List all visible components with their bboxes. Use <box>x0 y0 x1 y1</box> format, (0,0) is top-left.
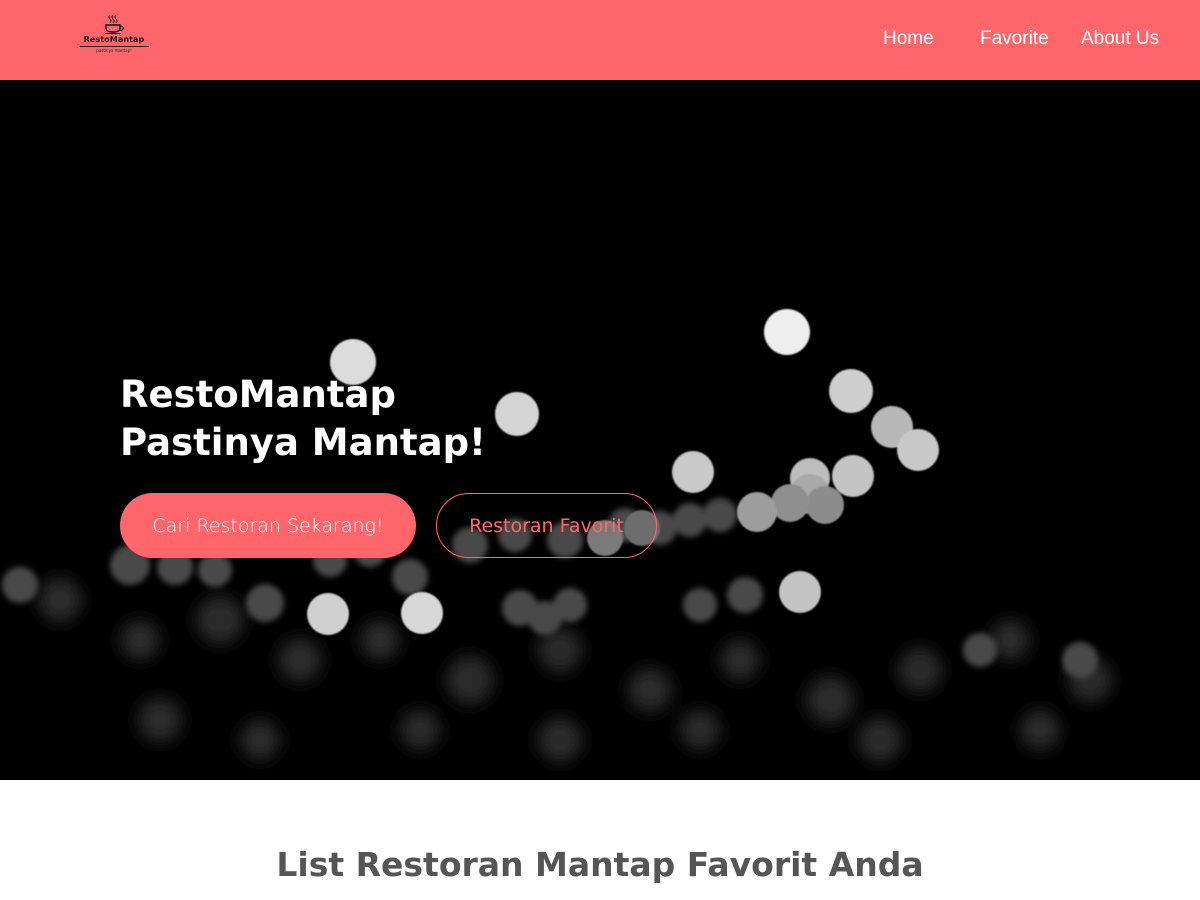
logo-tagline: pastinya mantap! <box>96 48 132 53</box>
hero-title: RestoMantap Pastinya Mantap! <box>120 371 486 467</box>
hero-title-line-2: Pastinya Mantap! <box>120 421 486 464</box>
nav-link-home[interactable]: Home <box>883 28 963 50</box>
section-title: List Restoran Mantap Favorit Anda <box>276 845 924 884</box>
nav-link-favorite[interactable]: Favorite <box>980 28 1070 50</box>
find-restaurant-button[interactable]: Cari Restoran Sekarang! <box>120 493 416 558</box>
hero-title-line-1: RestoMantap <box>120 373 396 416</box>
nav-link-about-us[interactable]: About Us <box>1081 28 1181 50</box>
logo-name: RestoMantap <box>83 35 145 44</box>
hero-banner: RestoMantap Pastinya Mantap! Cari Restor… <box>0 80 1200 780</box>
coffee-cup-icon <box>105 14 124 34</box>
restomantap-logo[interactable]: RestoMantap pastinya mantap! <box>78 14 150 60</box>
favorite-restaurant-button[interactable]: Restoran Favorit <box>436 493 657 558</box>
app-header: RestoMantap pastinya mantap! Home Favori… <box>0 0 1200 80</box>
logo-divider <box>79 46 149 47</box>
